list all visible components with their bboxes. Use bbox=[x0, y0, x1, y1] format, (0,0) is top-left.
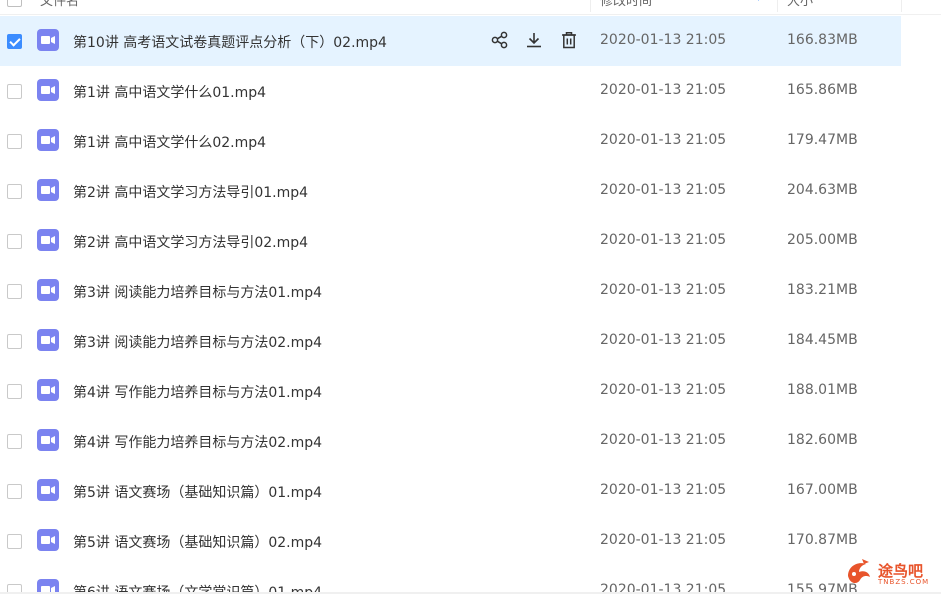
video-file-icon bbox=[37, 129, 59, 151]
file-row[interactable]: 第6讲 语文赛场（文学常识篇）01.mp4 2020-01-13 21:05 155… bbox=[0, 566, 901, 594]
size-column-header[interactable]: 大小 bbox=[787, 0, 813, 9]
file-row[interactable]: 第5讲 语文赛场（基础知识篇）01.mp4 2020-01-13 21:05 167… bbox=[0, 466, 901, 516]
file-modified-date: 2020-01-13 21:05 bbox=[600, 132, 727, 148]
file-modified-date: 2020-01-13 21:05 bbox=[600, 332, 727, 348]
video-file-icon bbox=[37, 529, 59, 551]
name-column-header[interactable]: 文件名 bbox=[40, 0, 79, 9]
file-modified-date: 2020-01-13 21:05 bbox=[600, 182, 727, 198]
file-name[interactable]: 第5讲 语文赛场（基础知识篇）01.mp4 bbox=[73, 482, 322, 502]
file-name[interactable]: 第1讲 高中语文学什么02.mp4 bbox=[73, 132, 266, 152]
file-modified-date: 2020-01-13 21:05 bbox=[600, 232, 727, 248]
file-list-page: 文件名 修改时间 ▾ 大小 第10讲 高考语文试卷真题评点分析（下）02.mp4… bbox=[0, 0, 941, 594]
file-size: 179.47MB bbox=[787, 132, 858, 148]
video-file-icon bbox=[37, 479, 59, 501]
file-row[interactable]: 第5讲 语文赛场（基础知识篇）02.mp4 2020-01-13 21:05 170… bbox=[0, 516, 901, 566]
file-name[interactable]: 第1讲 高中语文学什么01.mp4 bbox=[73, 82, 266, 102]
file-modified-date: 2020-01-13 21:05 bbox=[600, 82, 727, 98]
video-file-icon bbox=[37, 379, 59, 401]
row-checkbox[interactable] bbox=[7, 184, 22, 199]
file-row[interactable]: 第10讲 高考语文试卷真题评点分析（下）02.mp4 2020-01-13 21:… bbox=[0, 16, 901, 66]
file-modified-date: 2020-01-13 21:05 bbox=[600, 382, 727, 398]
row-checkbox[interactable] bbox=[7, 234, 22, 249]
file-row[interactable]: 第2讲 高中语文学习方法导引01.mp4 2020-01-13 21:05 204.… bbox=[0, 166, 901, 216]
file-row[interactable]: 第3讲 阅读能力培养目标与方法02.mp4 2020-01-13 21:05 184… bbox=[0, 316, 901, 366]
file-row[interactable]: 第1讲 高中语文学什么02.mp4 2020-01-13 21:05 179.47M… bbox=[0, 116, 901, 166]
sort-desc-icon[interactable]: ▾ bbox=[756, 0, 761, 4]
file-name[interactable]: 第2讲 高中语文学习方法导引02.mp4 bbox=[73, 232, 308, 252]
file-name[interactable]: 第2讲 高中语文学习方法导引01.mp4 bbox=[73, 182, 308, 202]
file-size: 183.21MB bbox=[787, 282, 858, 298]
file-size: 205.00MB bbox=[787, 232, 858, 248]
row-checkbox[interactable] bbox=[7, 434, 22, 449]
video-file-icon bbox=[37, 279, 59, 301]
date-column-header[interactable]: 修改时间 bbox=[600, 0, 652, 9]
file-size: 182.60MB bbox=[787, 432, 858, 448]
file-modified-date: 2020-01-13 21:05 bbox=[600, 432, 727, 448]
file-row[interactable]: 第4讲 写作能力培养目标与方法01.mp4 2020-01-13 21:05 188… bbox=[0, 366, 901, 416]
video-file-icon bbox=[37, 79, 59, 101]
video-file-icon bbox=[37, 429, 59, 451]
file-size: 188.01MB bbox=[787, 382, 858, 398]
file-name[interactable]: 第3讲 阅读能力培养目标与方法02.mp4 bbox=[73, 332, 322, 352]
select-all-checkbox[interactable] bbox=[7, 0, 22, 7]
file-size: 184.45MB bbox=[787, 332, 858, 348]
video-file-icon bbox=[37, 229, 59, 251]
share-icon[interactable] bbox=[490, 30, 512, 52]
row-checkbox[interactable] bbox=[7, 484, 22, 499]
watermark-logo: 途鸟吧 TNBZS.COM bbox=[842, 556, 938, 592]
file-size: 204.63MB bbox=[787, 182, 858, 198]
file-row[interactable]: 第2讲 高中语文学习方法导引02.mp4 2020-01-13 21:05 205.… bbox=[0, 216, 901, 266]
file-name[interactable]: 第5讲 语文赛场（基础知识篇）02.mp4 bbox=[73, 532, 322, 552]
file-name[interactable]: 第4讲 写作能力培养目标与方法01.mp4 bbox=[73, 382, 322, 402]
file-row[interactable]: 第1讲 高中语文学什么01.mp4 2020-01-13 21:05 165.86M… bbox=[0, 66, 901, 116]
column-divider[interactable] bbox=[901, 0, 902, 12]
file-list-header: 文件名 修改时间 ▾ 大小 bbox=[0, 0, 941, 15]
row-checkbox[interactable] bbox=[7, 84, 22, 99]
file-row[interactable]: 第3讲 阅读能力培养目标与方法01.mp4 2020-01-13 21:05 183… bbox=[0, 266, 901, 316]
column-divider[interactable] bbox=[777, 0, 778, 12]
row-checkbox[interactable] bbox=[7, 384, 22, 399]
video-file-icon bbox=[37, 179, 59, 201]
row-checkbox[interactable] bbox=[7, 34, 22, 49]
file-modified-date: 2020-01-13 21:05 bbox=[600, 482, 727, 498]
row-checkbox[interactable] bbox=[7, 134, 22, 149]
file-size: 167.00MB bbox=[787, 482, 858, 498]
file-modified-date: 2020-01-13 21:05 bbox=[600, 282, 727, 298]
file-size: 170.87MB bbox=[787, 532, 858, 548]
row-checkbox[interactable] bbox=[7, 284, 22, 299]
file-modified-date: 2020-01-13 21:05 bbox=[600, 532, 727, 548]
column-divider[interactable] bbox=[590, 0, 591, 12]
file-size: 165.86MB bbox=[787, 82, 858, 98]
file-row[interactable]: 第4讲 写作能力培养目标与方法02.mp4 2020-01-13 21:05 182… bbox=[0, 416, 901, 466]
file-name[interactable]: 第10讲 高考语文试卷真题评点分析（下）02.mp4 bbox=[73, 32, 387, 52]
file-name[interactable]: 第4讲 写作能力培养目标与方法02.mp4 bbox=[73, 432, 322, 452]
file-name[interactable]: 第3讲 阅读能力培养目标与方法01.mp4 bbox=[73, 282, 322, 302]
file-list: 第10讲 高考语文试卷真题评点分析（下）02.mp4 2020-01-13 21:… bbox=[0, 16, 941, 594]
delete-icon[interactable] bbox=[559, 30, 581, 52]
bird-logo-icon bbox=[848, 559, 870, 584]
watermark-subtext: TNBZS.COM bbox=[878, 578, 930, 586]
row-checkbox[interactable] bbox=[7, 334, 22, 349]
file-modified-date: 2020-01-13 21:05 bbox=[600, 32, 727, 48]
row-checkbox[interactable] bbox=[7, 534, 22, 549]
file-size: 166.83MB bbox=[787, 32, 858, 48]
download-icon[interactable] bbox=[524, 30, 546, 52]
video-file-icon bbox=[37, 29, 59, 51]
video-file-icon bbox=[37, 329, 59, 351]
